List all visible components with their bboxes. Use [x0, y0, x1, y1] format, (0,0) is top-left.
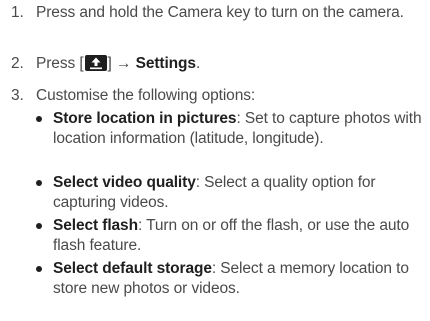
- bullet-icon: [36, 116, 42, 122]
- option-title: Select flash: [53, 217, 138, 234]
- option-title: Select video quality: [53, 174, 196, 191]
- settings-label: Settings: [135, 55, 196, 72]
- option-item: Select video quality: Select a quality o…: [0, 173, 426, 213]
- bullet-icon: [36, 180, 42, 186]
- step-text-suffix: .: [195, 55, 201, 72]
- step-text: Customise the following options:: [36, 87, 256, 104]
- step-text: Press [ ] → Settings.: [36, 54, 426, 74]
- option-title: Select default storage: [53, 260, 212, 277]
- bullet-icon: [36, 223, 42, 229]
- step-number: 3.: [11, 87, 24, 104]
- option-text: Select flash: Turn on or off the flash, …: [53, 216, 426, 256]
- option-title: Store location in pictures: [53, 110, 237, 127]
- step-number: 2.: [11, 55, 24, 72]
- step-2: 2. Press [ ] → Settings.: [0, 54, 426, 74]
- step-1: 1. Press and hold the Camera key to turn…: [0, 3, 426, 23]
- step-text: Press and hold the Camera key to turn on…: [36, 4, 404, 21]
- option-text: Select default storage: Select a memory …: [53, 259, 426, 299]
- option-text: Select video quality: Select a quality o…: [53, 173, 426, 213]
- instructions-page: 1. Press and hold the Camera key to turn…: [0, 0, 430, 321]
- upload-menu-icon: [84, 55, 107, 71]
- option-text: Store location in pictures: Set to captu…: [53, 109, 426, 149]
- step-number: 1.: [11, 4, 24, 21]
- bullet-icon: [36, 266, 42, 272]
- step-text-middle: ] →: [107, 55, 136, 72]
- option-item: Select flash: Turn on or off the flash, …: [0, 216, 426, 256]
- option-item: Store location in pictures: Set to captu…: [0, 109, 426, 149]
- option-item: Select default storage: Select a memory …: [0, 259, 426, 299]
- step-3: 3. Customise the following options:: [0, 86, 426, 106]
- step-text-prefix: Press [: [36, 55, 84, 72]
